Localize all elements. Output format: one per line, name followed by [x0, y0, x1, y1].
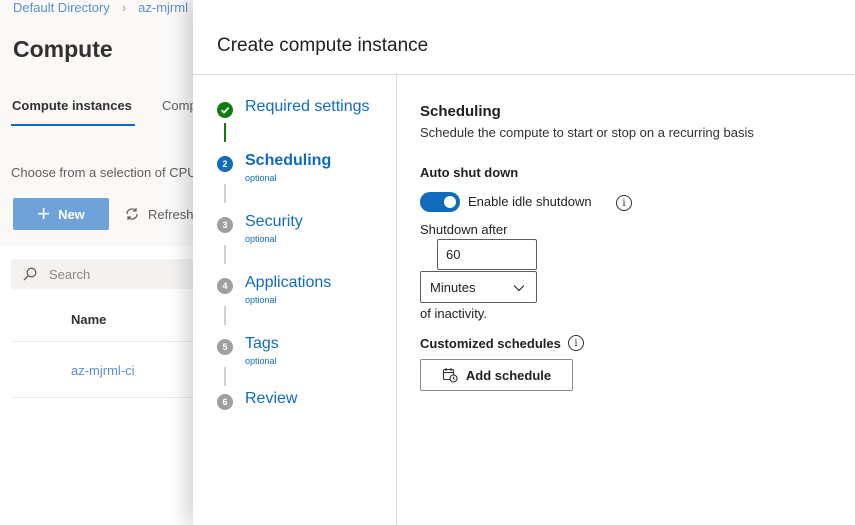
- customized-schedules-heading: Customized schedules: [420, 336, 561, 351]
- panel-header-divider: [193, 74, 855, 75]
- add-schedule-label: Add schedule: [465, 367, 552, 383]
- step-connector: [224, 306, 226, 325]
- step-optional: optional: [245, 295, 277, 305]
- tab-compute-instances[interactable]: Compute instances: [12, 98, 132, 113]
- add-schedule-button[interactable]: Add schedule: [420, 359, 573, 391]
- step-label: Required settings: [245, 98, 370, 115]
- step-label: Scheduling: [245, 152, 332, 169]
- step-label: Tags: [245, 335, 279, 352]
- check-circle-icon: [217, 102, 233, 118]
- step-connector: [224, 123, 226, 142]
- idle-shutdown-label: Enable idle shutdown: [468, 194, 592, 209]
- create-compute-panel: Create compute instance Required setting…: [193, 0, 855, 525]
- wizard-divider: [396, 75, 397, 525]
- step-label: Security: [245, 213, 303, 230]
- active-tab-indicator: [11, 124, 135, 126]
- time-unit-value: Minutes: [430, 279, 476, 295]
- shutdown-minutes-input[interactable]: 60: [437, 239, 537, 270]
- step-label: Review: [245, 390, 298, 407]
- inactivity-label: of inactivity.: [420, 306, 487, 321]
- auto-shutdown-heading: Auto shut down: [420, 165, 519, 180]
- step-connector: [224, 367, 226, 386]
- new-button-label: New: [58, 206, 85, 222]
- step-optional: optional: [245, 173, 277, 183]
- refresh-icon: [126, 208, 138, 220]
- search-icon: [23, 267, 37, 281]
- chevron-down-icon: [513, 285, 525, 292]
- step-number-badge: 2: [217, 156, 233, 172]
- info-icon[interactable]: i: [616, 195, 632, 211]
- breadcrumb-link-directory[interactable]: Default Directory: [13, 0, 110, 15]
- step-label: Applications: [245, 274, 332, 291]
- step-optional: optional: [245, 234, 277, 244]
- search-placeholder: Search: [49, 266, 91, 282]
- table-divider: [11, 341, 201, 342]
- search-input[interactable]: Search: [11, 259, 211, 289]
- time-unit-dropdown[interactable]: Minutes: [420, 271, 537, 303]
- calendar-clock-icon: [442, 368, 458, 383]
- idle-shutdown-toggle[interactable]: [420, 192, 460, 212]
- page-title: Compute: [13, 36, 113, 62]
- step-connector: [224, 184, 226, 203]
- plus-icon: +: [37, 201, 51, 226]
- step-number-badge: 5: [217, 339, 233, 355]
- breadcrumb: Default Directory › az-mjrml: [13, 0, 188, 15]
- column-header-name[interactable]: Name: [71, 312, 106, 327]
- new-button[interactable]: + New: [13, 198, 109, 230]
- panel-title: Create compute instance: [217, 35, 429, 56]
- step-number-badge: 6: [217, 394, 233, 410]
- compute-instance-link[interactable]: az-mjrml-ci: [71, 363, 135, 378]
- step-connector: [224, 245, 226, 264]
- refresh-button[interactable]: Refresh: [124, 206, 194, 222]
- step-optional: optional: [245, 356, 277, 366]
- section-description: Schedule the compute to start or stop on…: [420, 125, 754, 140]
- refresh-label: Refresh: [148, 206, 194, 222]
- info-icon[interactable]: i: [568, 335, 584, 351]
- breadcrumb-separator-icon: ›: [121, 0, 127, 15]
- breadcrumb-link-workspace[interactable]: az-mjrml: [138, 0, 188, 15]
- step-number-badge: 3: [217, 217, 233, 233]
- toggle-knob: [444, 196, 456, 208]
- section-title: Scheduling: [420, 103, 501, 120]
- shutdown-after-label: Shutdown after: [420, 222, 508, 237]
- table-divider: [11, 397, 201, 398]
- step-number-badge: 4: [217, 278, 233, 294]
